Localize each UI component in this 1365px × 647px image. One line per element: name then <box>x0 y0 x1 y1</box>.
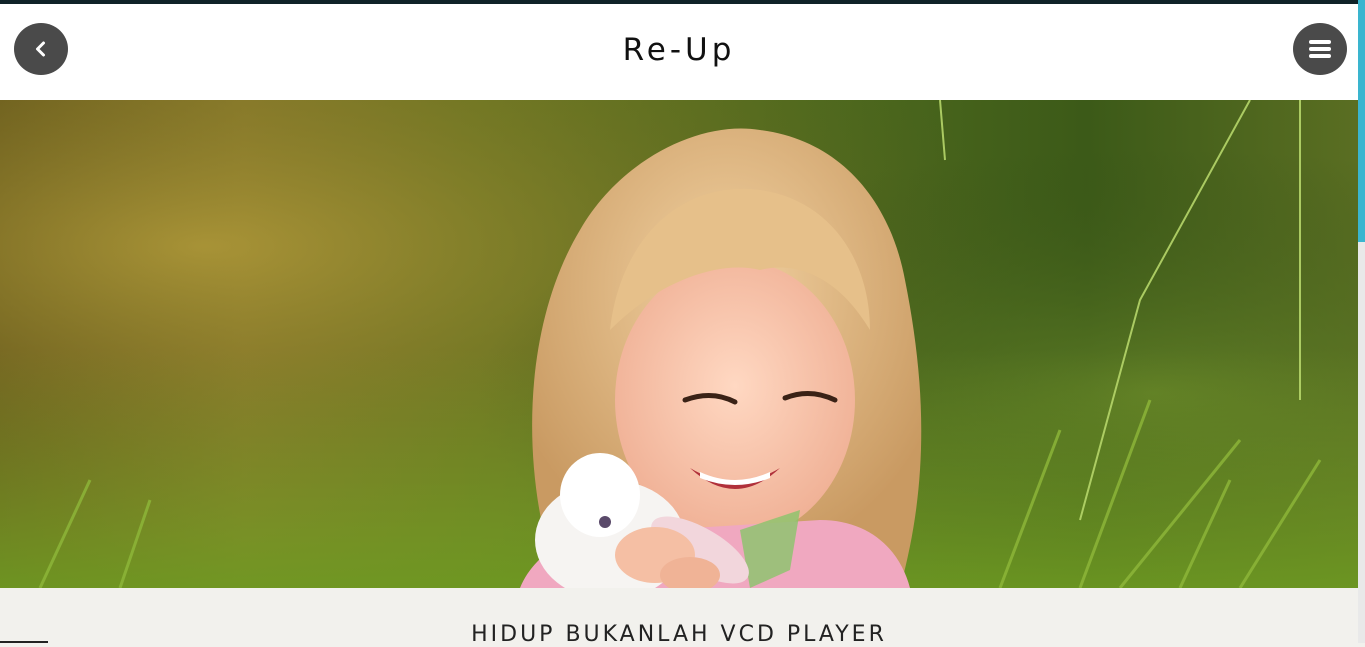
scrollbar[interactable] <box>1358 0 1365 643</box>
hero-image <box>0 100 1358 588</box>
hamburger-menu-icon <box>1309 40 1331 58</box>
scrollbar-thumb[interactable] <box>1358 0 1365 242</box>
menu-button[interactable] <box>1293 23 1347 75</box>
site-header: Re-Up <box>0 4 1358 100</box>
site-title[interactable]: Re-Up <box>0 32 1358 68</box>
hero-photo <box>0 100 1358 588</box>
content-section: HIDUP BUKANLAH VCD PLAYER <box>0 588 1358 647</box>
section-heading: HIDUP BUKANLAH VCD PLAYER <box>471 622 887 647</box>
